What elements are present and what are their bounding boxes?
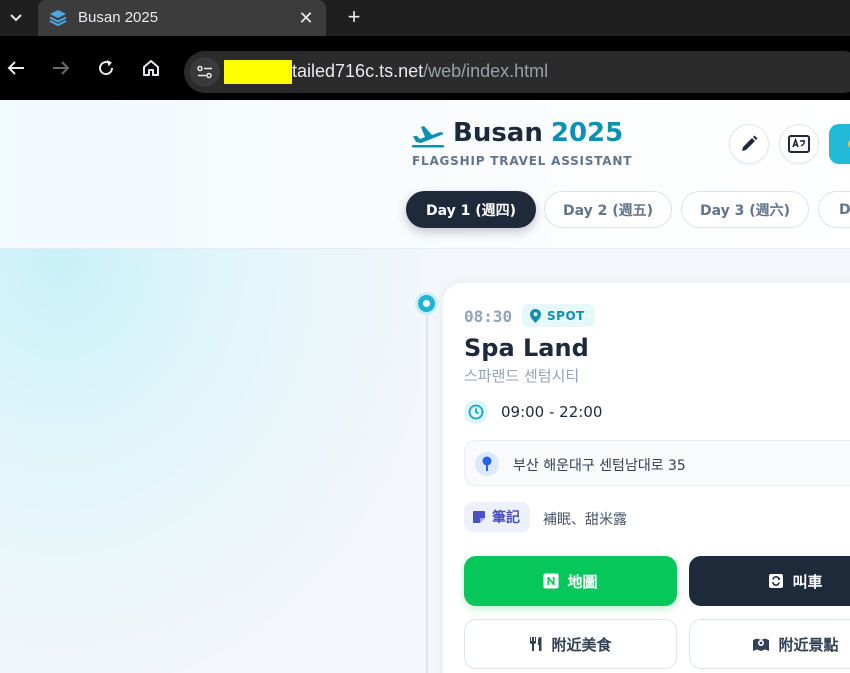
site-settings-icon[interactable] — [190, 57, 220, 87]
tab-title: Busan 2025 — [78, 9, 159, 26]
tab-search-chevron-icon[interactable] — [4, 6, 28, 30]
day-tab-1[interactable]: Day 1 (週四) — [406, 191, 536, 228]
forward-arrow-icon[interactable] — [49, 56, 73, 80]
url-path: /web/index.html — [423, 61, 549, 81]
pencil-icon — [742, 135, 758, 151]
map-pin-icon — [530, 308, 541, 323]
type-label: SPOT — [547, 308, 585, 323]
day-tab-4[interactable]: D — [818, 191, 850, 228]
nearby-sights-label: 附近景點 — [778, 635, 839, 654]
note-label: 筆記 — [492, 510, 520, 526]
app-title-year: 2025 — [550, 118, 624, 148]
taxi-icon — [769, 574, 784, 588]
home-icon[interactable] — [139, 56, 163, 80]
app-subtitle: FLAGSHIP TRAVEL ASSISTANT — [412, 154, 633, 168]
close-tab-icon[interactable]: ✕ — [296, 8, 316, 28]
opening-hours: 09:00 - 22:00 — [501, 403, 603, 421]
url-host: tailed716c.ts.net — [292, 61, 424, 81]
app-page: Busan 2025 FLAGSHIP TRAVEL ASSISTANT Day … — [0, 100, 850, 673]
browser-toolbar: tailed716c.ts.net/web/index.html — [0, 36, 850, 100]
map-location-icon — [753, 638, 770, 651]
address-box[interactable]: 부산 해운대구 센텀남대로 35 — [464, 440, 850, 486]
layers-favicon-icon — [48, 8, 68, 28]
note-text: 補眠、甜米露 — [543, 512, 627, 528]
nearby-food-label: 附近美食 — [551, 635, 612, 654]
app-title-city: Busan — [453, 118, 543, 148]
weather-button[interactable] — [829, 124, 850, 164]
nearby-sights-button[interactable]: 附近景點 — [689, 619, 850, 669]
naver-map-icon — [543, 573, 559, 589]
timeline-dot — [415, 292, 438, 315]
taxi-button-label: 叫車 — [792, 572, 823, 591]
background-glow — [0, 249, 420, 673]
translate-icon — [788, 135, 810, 153]
taxi-button[interactable]: 叫車 — [689, 556, 850, 606]
back-arrow-icon[interactable] — [4, 56, 28, 80]
url-text[interactable]: tailed716c.ts.net/web/index.html — [292, 61, 548, 82]
itinerary-card: 08:30 SPOT Spa Land 스파랜드 센텀시티 09:00 - 22… — [442, 282, 850, 673]
app-title: Busan 2025 — [453, 118, 623, 148]
address-text: 부산 해운대구 센텀남대로 35 — [513, 458, 686, 474]
sun-icon — [848, 140, 850, 148]
map-button-label: 地圖 — [567, 572, 598, 591]
browser-tabstrip: Busan 2025 ✕ + — [0, 0, 850, 36]
timeline-line — [426, 303, 428, 673]
item-time: 08:30 — [464, 307, 513, 326]
day-tab-2[interactable]: Day 2 (週五) — [544, 191, 672, 228]
nearby-food-button[interactable]: 附近美食 — [464, 619, 677, 669]
map-button[interactable]: 地圖 — [464, 556, 677, 606]
note-badge: 筆記 — [464, 502, 530, 532]
location-pin-icon — [475, 452, 499, 476]
new-tab-plus-icon[interactable]: + — [342, 6, 366, 30]
place-local-name: 스파랜드 센텀시티 — [464, 367, 580, 385]
utensils-icon — [530, 637, 542, 651]
day-tab-3[interactable]: Day 3 (週六) — [681, 191, 809, 228]
type-badge: SPOT — [522, 304, 595, 327]
reload-icon[interactable] — [94, 56, 118, 80]
url-redaction — [224, 60, 292, 84]
edit-button[interactable] — [729, 124, 769, 164]
place-name: Spa Land — [464, 334, 589, 362]
clock-icon — [464, 400, 488, 424]
translate-button[interactable] — [779, 124, 819, 164]
airplane-icon — [411, 122, 445, 148]
browser-tab[interactable]: Busan 2025 ✕ — [38, 0, 326, 36]
sticky-note-icon — [473, 511, 485, 523]
address-bar[interactable]: tailed716c.ts.net/web/index.html — [184, 51, 850, 93]
